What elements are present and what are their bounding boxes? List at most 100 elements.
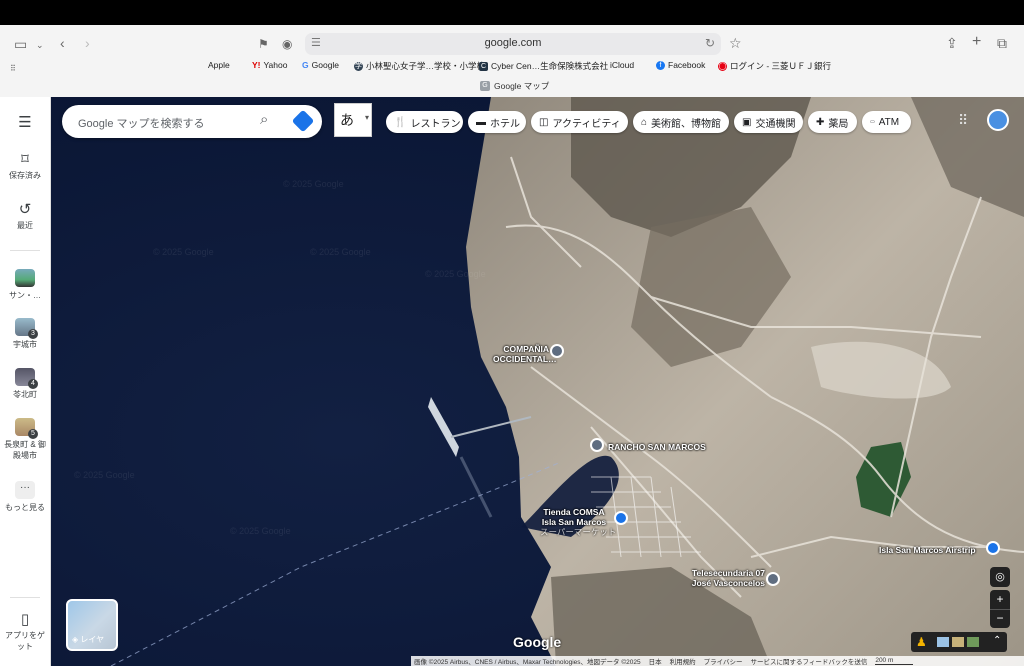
place-label: Tienda COMSA Isla San Marcos [541, 507, 607, 527]
scale-bar[interactable]: 200 m [875, 657, 914, 665]
privacy-link[interactable]: プライバシー [704, 656, 743, 666]
bookmark-label: iCloud [610, 60, 635, 70]
chip-hotel[interactable]: ▬ ホテル [468, 111, 526, 133]
layers-button[interactable]: ◈ レイヤ [66, 599, 118, 651]
chip-museum[interactable]: ⌂ 美術館、博物館 [633, 111, 729, 133]
bookmark-mufg[interactable]: ◯ ログイン - 三菱ＵＦＪ銀行 [718, 60, 831, 72]
bookmark-google[interactable]: G Google [302, 60, 339, 70]
place-thumbnail: 4 [15, 368, 38, 389]
chip-label: 交通機関 [755, 118, 796, 130]
map-thumb-2[interactable] [952, 637, 964, 647]
recent-place-3[interactable]: 4 苓北町 [0, 368, 50, 400]
recent-place-2[interactable]: 3 宇城市 [0, 318, 50, 350]
cyber-icon: C [479, 61, 488, 71]
directions-icon[interactable] [291, 109, 315, 133]
pharmacy-icon: ✚ [816, 116, 825, 128]
more-label: もっと見る [5, 503, 45, 512]
extension-icon[interactable]: ⚑ [258, 36, 269, 52]
sidebar-toggle-icon[interactable]: ▭ [14, 36, 27, 52]
place-pin-icon[interactable] [590, 438, 604, 452]
chip-activity[interactable]: ◫ アクティビティ [531, 111, 628, 133]
search-icon[interactable]: ⌕ [260, 111, 268, 128]
maps-sidebar: ☰ ⌑ 保存済み ↺ 最近 サン・… 3 宇城市 4 苓北町 5 長泉町 & 御殿場市 ·… [0, 97, 51, 666]
bookmark-school[interactable]: 学小林聖心女子学…学校・小学校 [354, 60, 485, 72]
camera-icon: ◫ [539, 116, 549, 128]
new-tab-icon[interactable]: + [972, 34, 981, 50]
airport-icon[interactable] [986, 541, 1000, 555]
bookmark-yahoo[interactable]: Y! Yahoo [252, 60, 287, 70]
expand-icon[interactable]: ⌃ [993, 635, 1001, 646]
bookmark-apple[interactable]: Apple [205, 60, 230, 70]
map-thumb-3[interactable] [967, 637, 979, 647]
more-button[interactable]: ··· もっと見る [0, 481, 50, 513]
map-thumb-1[interactable] [937, 637, 949, 647]
chip-pharmacy[interactable]: ✚ 薬局 [808, 111, 857, 133]
google-g-icon: G [302, 60, 309, 70]
satellite-map[interactable] [51, 97, 1024, 666]
badge: 4 [28, 379, 38, 389]
bookmark-label: ログイン - 三菱ＵＦＪ銀行 [730, 61, 832, 71]
tab-google-maps[interactable]: G Google マップ [480, 80, 549, 92]
tab-title: Google マップ [494, 81, 550, 91]
attribution-bar: 画像 ©2025 Airbus、CNES / Airbus、Maxar Tech… [411, 656, 1024, 666]
phone-icon: ▯ [20, 611, 30, 628]
chevron-down-icon[interactable]: ⌄ [36, 37, 44, 53]
street-view-bar: ♟ ⌃ [911, 632, 1007, 652]
bookmark-facebook[interactable]: f Facebook [656, 60, 705, 70]
facebook-icon: f [656, 60, 665, 70]
zoom-in-button[interactable]: + [990, 590, 1010, 609]
atm-icon: ▭ [870, 119, 875, 125]
apps-grid-icon[interactable]: ⠿ [958, 112, 968, 129]
region-link[interactable]: 日本 [649, 656, 662, 666]
chip-atm[interactable]: ▭ ATM [862, 111, 911, 133]
ime-indicator[interactable]: あ ▾ [334, 103, 372, 137]
tab-overview-icon[interactable]: ⧉ [997, 35, 1007, 51]
recent-place-1[interactable]: サン・… [0, 269, 50, 301]
my-location-icon[interactable]: ◎ [990, 567, 1010, 587]
school-icon: 学 [354, 61, 363, 71]
search-box[interactable]: Google マップを検索する ⌕ [62, 105, 322, 138]
school-icon[interactable] [766, 572, 780, 586]
shopping-cart-icon[interactable] [614, 511, 628, 525]
chip-restaurant[interactable]: 🍴 レストラン [386, 111, 463, 133]
bookmark-label: Cyber Cen…生命保険株式会社 [491, 61, 609, 71]
layers-icon: ◈ [72, 635, 79, 644]
bed-icon: ▬ [476, 116, 486, 128]
terms-link[interactable]: 利用規約 [670, 656, 696, 666]
bookmarks-bar: Apple Y! Yahoo G Google 学小林聖心女子学…学校・小学校 CC… [0, 60, 1024, 76]
recent-button[interactable]: ↺ 最近 [0, 200, 50, 231]
badge: 3 [28, 329, 38, 339]
get-app-label: アプリをゲット [5, 631, 45, 651]
chip-transit[interactable]: ▣ 交通機関 [734, 111, 803, 133]
favorite-star-icon[interactable]: ☆ [729, 35, 742, 51]
divider [10, 250, 40, 251]
bookmark-label: Google [311, 60, 340, 70]
maps-favicon-icon: G [480, 81, 490, 91]
saved-button[interactable]: ⌑ 保存済み [0, 150, 50, 181]
extension-2-icon[interactable]: ◉ [282, 36, 292, 52]
layers-label: レイヤ [80, 635, 105, 644]
recent-place-4[interactable]: 5 長泉町 & 御殿場市 [0, 418, 50, 461]
google-logo: Google [513, 634, 562, 650]
place-label: Telesecundaria 07 José Vasconcelos [691, 568, 765, 588]
bookmark-icloud[interactable]: iCloud [607, 60, 634, 70]
avatar[interactable] [987, 109, 1009, 131]
fork-knife-icon: 🍴 [394, 116, 407, 128]
ime-key: あ [340, 112, 354, 128]
get-app-button[interactable]: ▯ アプリをゲット [0, 610, 50, 652]
pegman-icon[interactable]: ♟ [916, 635, 927, 649]
zoom-out-button[interactable]: − [990, 609, 1010, 629]
feedback-link[interactable]: サービスに関するフィードバックを送信 [750, 656, 867, 666]
watermark: © 2025 Google [283, 179, 344, 189]
address-bar[interactable]: ☰ google.com ↻ [305, 33, 721, 55]
reload-icon[interactable]: ↻ [705, 36, 715, 50]
back-icon[interactable]: ‹ [60, 35, 65, 51]
bookmark-cyber[interactable]: C Cyber Cen…生命保険株式会社 [479, 60, 608, 72]
bookmark-label: Facebook [668, 60, 706, 70]
share-icon[interactable]: ⇪ [946, 35, 958, 51]
forward-icon[interactable]: › [85, 35, 90, 51]
menu-button[interactable]: ☰ [0, 113, 50, 133]
search-input[interactable]: Google マップを検索する [78, 115, 205, 131]
chip-label: 美術館、博物館 [651, 118, 722, 130]
place-pin-icon[interactable] [550, 344, 564, 358]
